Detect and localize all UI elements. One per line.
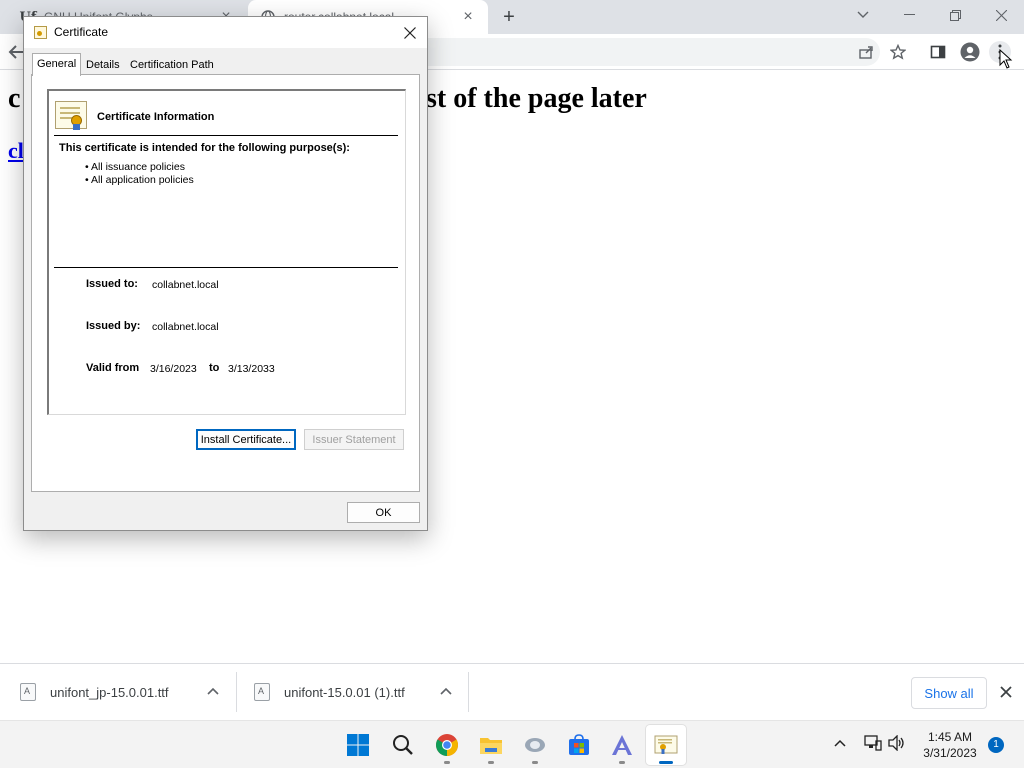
new-tab-button[interactable]: +: [498, 6, 520, 28]
issued-to-label: Issued to:: [86, 278, 138, 290]
certificate-dialog: Certificate General Details Certificatio…: [23, 16, 428, 531]
chevron-up-icon[interactable]: [205, 684, 221, 700]
close-downloads-icon[interactable]: [996, 682, 1016, 702]
policy-item: • All issuance policies: [85, 161, 185, 173]
download-item[interactable]: unifont_jp-15.0.01.ttf: [20, 664, 169, 720]
start-icon[interactable]: [338, 725, 378, 765]
divider: [468, 672, 469, 712]
certificate-icon: [34, 26, 47, 39]
chevron-up-icon[interactable]: [833, 735, 847, 751]
general-tab-panel: Certificate Information This certificate…: [31, 74, 420, 492]
download-item[interactable]: unifont-15.0.01 (1).ttf: [254, 664, 405, 720]
download-filename: unifont-15.0.01 (1).ttf: [284, 684, 405, 700]
clock-date: 3/31/2023: [923, 746, 977, 760]
page-heading: c st of the page later: [8, 83, 647, 115]
clock-time: 1:45 AM: [927, 730, 973, 744]
page-heading-start: c: [8, 83, 21, 114]
chevron-up-icon[interactable]: [438, 684, 454, 700]
volume-icon[interactable]: [888, 734, 906, 754]
valid-from-value: 3/16/2023: [150, 363, 197, 375]
ok-button[interactable]: OK: [347, 502, 420, 523]
valid-to-value: 3/13/2033: [228, 363, 275, 375]
divider: [54, 267, 398, 268]
purpose-heading: This certificate is intended for the fol…: [59, 142, 350, 154]
store-icon[interactable]: [559, 725, 599, 765]
close-tab-icon[interactable]: ×: [460, 8, 476, 25]
divider: [54, 135, 398, 136]
network-icon[interactable]: [864, 735, 882, 754]
tab-certification-path[interactable]: Certification Path: [126, 55, 218, 75]
font-file-icon: [20, 683, 36, 701]
restore-button[interactable]: [932, 0, 978, 30]
divider: [236, 672, 237, 712]
search-icon[interactable]: [383, 725, 423, 765]
app-icon[interactable]: [515, 725, 555, 765]
share-icon[interactable]: [854, 40, 878, 64]
chrome-icon[interactable]: [427, 725, 467, 765]
issued-by-label: Issued by:: [86, 320, 141, 332]
bookmark-star-icon[interactable]: [886, 40, 910, 64]
page-heading-end: st of the page later: [426, 83, 647, 114]
tab-search-icon[interactable]: [840, 0, 886, 30]
download-filename: unifont_jp-15.0.01.ttf: [50, 684, 169, 700]
issuer-statement-button: Issuer Statement: [304, 429, 404, 450]
valid-to-label: to: [209, 362, 220, 374]
profile-avatar-icon[interactable]: [958, 40, 982, 64]
tab-general[interactable]: General: [32, 53, 82, 76]
policy-item: • All application policies: [85, 174, 194, 186]
mouse-cursor-icon: [994, 47, 1018, 71]
notification-badge[interactable]: 1: [988, 737, 1004, 753]
close-window-button[interactable]: [978, 0, 1024, 30]
certificate-info-title: Certificate Information: [97, 111, 215, 123]
valid-from-label: Valid from: [86, 362, 140, 374]
certificate-app-icon[interactable]: [646, 725, 686, 765]
close-dialog-button[interactable]: [396, 21, 424, 45]
certificate-image-icon: [55, 101, 87, 130]
dialog-title: Certificate: [54, 25, 109, 39]
system-clock[interactable]: 1:45 AM 3/31/2023: [910, 729, 990, 761]
page-link[interactable]: cl: [8, 138, 24, 164]
taskbar: 1:45 AM 3/31/2023 1: [0, 720, 1024, 768]
downloads-bar: unifont_jp-15.0.01.ttf unifont-15.0.01 (…: [0, 663, 1024, 720]
font-app-icon[interactable]: [602, 725, 642, 765]
tab-details[interactable]: Details: [82, 55, 124, 75]
side-panel-icon[interactable]: [926, 40, 950, 64]
font-file-icon: [254, 683, 270, 701]
issued-to-value: collabnet.local: [152, 279, 219, 291]
issued-by-value: collabnet.local: [152, 321, 219, 333]
install-certificate-button[interactable]: Install Certificate...: [196, 429, 296, 450]
certificate-info-box: Certificate Information This certificate…: [47, 89, 406, 415]
show-all-button[interactable]: Show all: [911, 677, 987, 709]
dialog-title-bar: Certificate: [24, 17, 427, 48]
minimize-button[interactable]: [886, 0, 932, 30]
file-explorer-icon[interactable]: [471, 725, 511, 765]
